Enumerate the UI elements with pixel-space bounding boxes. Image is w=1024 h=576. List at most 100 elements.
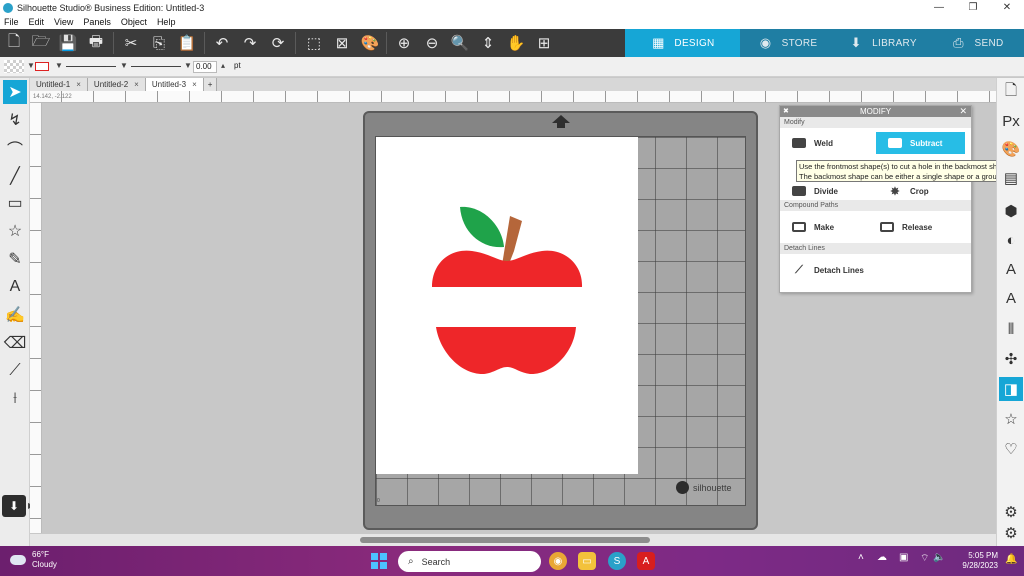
rectangle-tool-icon[interactable]: ▭ xyxy=(3,191,27,215)
crop-button[interactable]: ✸ Crop xyxy=(876,180,965,202)
taskbar-search[interactable]: ⌕ Search xyxy=(398,551,541,572)
chevron-down-icon[interactable]: ▼ xyxy=(55,61,63,70)
close-icon[interactable]: ✕ xyxy=(959,106,967,117)
copy-icon[interactable]: ⎘ xyxy=(149,33,169,53)
new-tab-button[interactable]: + xyxy=(203,78,218,91)
apple-bottom-shape[interactable] xyxy=(436,327,576,375)
new-file-icon[interactable]: 🗋 xyxy=(4,33,24,53)
select-tool-icon[interactable]: ➤ xyxy=(3,80,27,104)
line-color-swatch[interactable] xyxy=(35,62,49,71)
pencil-tool-icon[interactable]: ✎ xyxy=(3,247,27,271)
print-icon[interactable]: 🖶 xyxy=(86,33,106,53)
horizontal-scrollbar[interactable] xyxy=(30,533,996,546)
chevron-up-icon[interactable]: ˄ xyxy=(858,552,864,563)
tab-untitled-1[interactable]: Untitled-1 × xyxy=(30,78,88,91)
chevron-down-icon[interactable]: ▼ xyxy=(120,61,128,70)
onedrive-icon[interactable]: ☁ xyxy=(877,552,887,563)
point-edit-tool-icon[interactable]: ↯ xyxy=(3,108,27,132)
detach-lines-button[interactable]: ⟋ Detach Lines xyxy=(780,259,970,281)
menu-help[interactable]: Help xyxy=(157,17,176,27)
paste-icon[interactable]: 📋 xyxy=(177,33,197,53)
divide-button[interactable]: Divide xyxy=(780,180,876,202)
open-folder-icon[interactable]: 🗁 xyxy=(31,33,51,53)
close-button[interactable]: ✕ xyxy=(990,0,1024,15)
gradient-panel-icon[interactable]: ▤ xyxy=(999,166,1023,190)
panel-header[interactable]: ✖ MODIFY ✕ xyxy=(780,106,971,117)
start-button[interactable] xyxy=(371,553,387,569)
pin-icon[interactable]: ✖ xyxy=(783,106,789,117)
move-icon[interactable]: ⇕ xyxy=(478,33,498,53)
line-tool-icon[interactable]: ╱ xyxy=(3,164,27,188)
pattern-panel-icon[interactable]: ⬢ xyxy=(999,199,1023,223)
eraser-tool-icon[interactable]: ⌫ xyxy=(3,331,27,355)
select-all-icon[interactable]: ⬚ xyxy=(304,33,324,53)
menu-view[interactable]: View xyxy=(54,17,73,27)
deselect-icon[interactable]: ⊠ xyxy=(332,33,352,53)
system-clock[interactable]: 5:05 PM 9/28/2023 xyxy=(944,551,998,571)
stepper-icon[interactable]: ▴ xyxy=(221,61,225,70)
maximize-button[interactable]: ❐ xyxy=(956,0,990,15)
text-tool-icon[interactable]: A xyxy=(3,275,27,299)
close-tab-icon[interactable]: × xyxy=(192,78,197,91)
subtract-button[interactable]: Subtract xyxy=(876,132,965,154)
pan-hand-icon[interactable]: ✋ xyxy=(506,33,526,53)
line-width-input[interactable]: 0.00 xyxy=(193,61,217,73)
library-panel-icon[interactable]: ⬇ xyxy=(2,495,26,517)
align-panel-icon[interactable]: ⫴ xyxy=(999,317,1023,341)
tab-send[interactable]: ⎙ SEND xyxy=(930,29,1024,57)
line-style-panel-icon[interactable]: ◐ xyxy=(999,228,1023,252)
chevron-down-icon[interactable]: ▼ xyxy=(184,61,192,70)
menu-file[interactable]: File xyxy=(4,17,19,27)
acrobat-icon[interactable]: A xyxy=(637,552,655,570)
fill-swatch[interactable] xyxy=(4,60,24,73)
tab-library[interactable]: ⬇ LIBRARY xyxy=(835,29,930,57)
close-tab-icon[interactable]: × xyxy=(76,78,81,91)
save-icon[interactable]: 💾 xyxy=(58,33,78,53)
tab-untitled-3[interactable]: Untitled-3 × xyxy=(145,78,204,91)
leaf-shape[interactable] xyxy=(460,206,504,248)
fit-to-page-icon[interactable]: ⊞ xyxy=(534,33,554,53)
chrome-icon[interactable]: ◉ xyxy=(549,552,567,570)
weather-widget[interactable]: 66°F Cloudy xyxy=(10,550,57,570)
trace-panel-icon[interactable]: ♡ xyxy=(999,437,1023,461)
transform-panel-icon[interactable]: ✣ xyxy=(999,347,1023,371)
sketch-tool-icon[interactable]: ✍ xyxy=(3,303,27,327)
modify-panel-icon[interactable]: ◨ xyxy=(999,377,1023,401)
weld-button[interactable]: Weld xyxy=(780,132,876,154)
undo-icon[interactable]: ↶ xyxy=(212,33,232,53)
apple-design[interactable] xyxy=(430,203,585,378)
fill-panel-icon[interactable]: 🎨 xyxy=(999,137,1023,161)
shapes-tool-icon[interactable]: ☆ xyxy=(3,219,27,243)
pixscan-icon[interactable]: Px xyxy=(999,109,1023,133)
chevron-down-icon[interactable]: ▼ xyxy=(27,61,35,70)
menu-panels[interactable]: Panels xyxy=(83,17,111,27)
security-icon[interactable]: ▣ xyxy=(899,552,908,563)
redraw-icon[interactable]: ⟳ xyxy=(268,33,288,53)
menu-object[interactable]: Object xyxy=(121,17,147,27)
page-setup-icon[interactable]: 🗋 xyxy=(999,80,1023,104)
text-style-panel-icon[interactable]: A xyxy=(999,257,1023,281)
wifi-icon[interactable]: ⌔ xyxy=(920,552,929,565)
tab-store[interactable]: ◉ STORE xyxy=(740,29,835,57)
close-tab-icon[interactable]: × xyxy=(134,78,139,91)
cut-icon[interactable]: ✂ xyxy=(121,33,141,53)
zoom-out-icon[interactable]: ⊖ xyxy=(422,33,442,53)
zoom-in-icon[interactable]: ⊕ xyxy=(394,33,414,53)
silhouette-studio-icon[interactable]: S xyxy=(608,552,626,570)
knife-tool-icon[interactable]: ⟋ xyxy=(3,359,27,383)
tab-design[interactable]: ▦ DESIGN xyxy=(625,29,740,57)
make-compound-button[interactable]: Make xyxy=(780,216,876,238)
palette-icon[interactable]: 🎨 xyxy=(360,33,380,53)
redo-icon[interactable]: ↷ xyxy=(240,33,260,53)
zoom-select-icon[interactable]: 🔍 xyxy=(450,33,470,53)
menu-edit[interactable]: Edit xyxy=(29,17,45,27)
curve-tool-icon[interactable]: ⌒ xyxy=(3,136,27,160)
settings-gear-icon[interactable]: ⚙ xyxy=(999,521,1023,545)
offset-panel-icon[interactable]: ☆ xyxy=(999,407,1023,431)
scrollbar-thumb[interactable] xyxy=(360,537,650,543)
tab-untitled-2[interactable]: Untitled-2 × xyxy=(87,78,146,91)
line-weight-preview[interactable] xyxy=(131,66,181,67)
line-style-preview[interactable] xyxy=(66,66,116,67)
eyedropper-tool-icon[interactable]: ⟊ xyxy=(3,387,27,411)
text-to-path-icon[interactable]: A xyxy=(999,286,1023,310)
